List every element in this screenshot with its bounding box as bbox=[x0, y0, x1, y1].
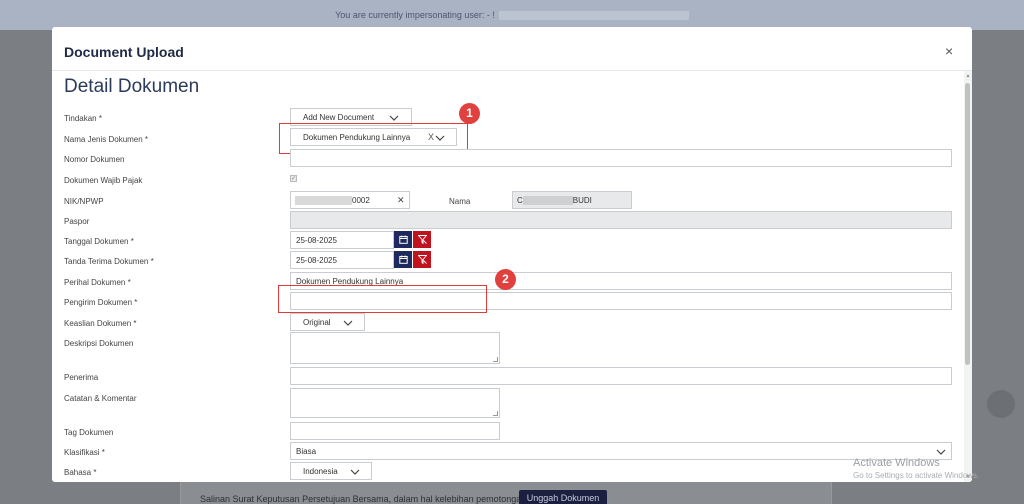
clear-date-icon[interactable] bbox=[413, 251, 431, 268]
section-title: Detail Dokumen bbox=[64, 76, 200, 97]
resize-handle[interactable] bbox=[493, 357, 498, 362]
nik-suffix: 0002 bbox=[352, 196, 370, 205]
clear-icon[interactable]: ✕ bbox=[397, 192, 405, 209]
tindakan-value: Add New Document bbox=[303, 113, 375, 122]
tanggal-input[interactable]: 25-08-2025 bbox=[290, 231, 394, 249]
perihal-label: Perihal Dokumen * bbox=[64, 278, 131, 287]
nama-label: Nama bbox=[449, 197, 471, 206]
scroll-up-icon[interactable]: ▲ bbox=[965, 73, 971, 79]
wajib-pajak-label: Dokumen Wajib Pajak bbox=[64, 176, 143, 185]
catatan-textarea[interactable] bbox=[290, 388, 500, 418]
modal-divider bbox=[52, 70, 972, 71]
redacted-nik bbox=[295, 196, 352, 206]
activate-windows-subtitle: Go to Settings to activate Windows. bbox=[853, 471, 980, 480]
chevron-down-icon bbox=[350, 463, 360, 482]
nomor-label: Nomor Dokumen bbox=[64, 155, 125, 164]
background-document-text: Salinan Surat Keputusan Persetujuan Bers… bbox=[200, 494, 527, 504]
tanda-terima-input[interactable]: 25-08-2025 bbox=[290, 251, 394, 269]
resize-handle[interactable] bbox=[493, 411, 498, 416]
nik-label: NIK/NPWP bbox=[64, 197, 104, 206]
keaslian-label: Keaslian Dokumen * bbox=[64, 319, 137, 328]
keaslian-value: Original bbox=[303, 318, 331, 327]
klasifikasi-label: Klasifikasi * bbox=[64, 448, 105, 457]
tag-input[interactable] bbox=[290, 422, 500, 440]
tindakan-label: Tindakan * bbox=[64, 114, 102, 123]
nomor-input[interactable] bbox=[290, 149, 952, 167]
document-upload-modal: Document Upload × Detail Dokumen Tindaka… bbox=[52, 27, 972, 482]
bahasa-value: Indonesia bbox=[303, 467, 338, 476]
redacted-username bbox=[498, 11, 689, 21]
nama-jenis-label: Nama Jenis Dokumen * bbox=[64, 135, 149, 144]
deskripsi-textarea[interactable] bbox=[290, 332, 500, 364]
calendar-icon[interactable] bbox=[394, 231, 412, 248]
annotation-box-2 bbox=[278, 285, 487, 313]
tanggal-label: Tanggal Dokumen * bbox=[64, 237, 134, 246]
penerima-input[interactable] bbox=[290, 367, 952, 385]
activate-windows-title: Activate Windows bbox=[853, 457, 940, 469]
modal-scrollbar[interactable]: ▲ ▼ bbox=[964, 71, 972, 482]
bahasa-label: Bahasa * bbox=[64, 468, 97, 477]
nik-input[interactable]: 0002 ✕ bbox=[290, 191, 410, 209]
paspor-input bbox=[290, 211, 952, 229]
nama-suffix: BUDI bbox=[572, 196, 592, 205]
tag-label: Tag Dokumen bbox=[64, 428, 114, 437]
redacted-name bbox=[522, 196, 573, 206]
klasifikasi-value: Biasa bbox=[296, 447, 317, 456]
clear-date-icon[interactable] bbox=[413, 231, 431, 248]
annotation-badge-2: 2 bbox=[495, 269, 516, 290]
modal-title: Document Upload bbox=[64, 44, 184, 60]
scroll-top-button[interactable] bbox=[987, 390, 1015, 418]
annotation-badge-1: 1 bbox=[459, 103, 480, 124]
paspor-label: Paspor bbox=[64, 217, 90, 226]
catatan-label: Catatan & Komentar bbox=[64, 394, 137, 403]
impersonation-banner: You are currently impersonating user: - … bbox=[0, 0, 1024, 30]
keaslian-select[interactable]: Original bbox=[290, 313, 365, 331]
wajib-pajak-checkbox[interactable]: ✓ bbox=[290, 175, 297, 182]
pengirim-label: Pengirim Dokumen * bbox=[64, 298, 138, 307]
deskripsi-label: Deskripsi Dokumen bbox=[64, 339, 134, 348]
calendar-icon[interactable] bbox=[394, 251, 412, 268]
impersonation-text: You are currently impersonating user: - … bbox=[335, 10, 495, 20]
close-icon[interactable]: × bbox=[945, 43, 953, 59]
scroll-thumb[interactable] bbox=[965, 83, 970, 365]
upload-document-button[interactable]: Unggah Dokumen bbox=[519, 490, 607, 504]
bahasa-select[interactable]: Indonesia bbox=[290, 462, 372, 480]
tanda-terima-label: Tanda Terima Dokumen * bbox=[64, 257, 154, 266]
nama-display: C BUDI bbox=[512, 191, 632, 209]
penerima-label: Penerima bbox=[64, 373, 99, 382]
